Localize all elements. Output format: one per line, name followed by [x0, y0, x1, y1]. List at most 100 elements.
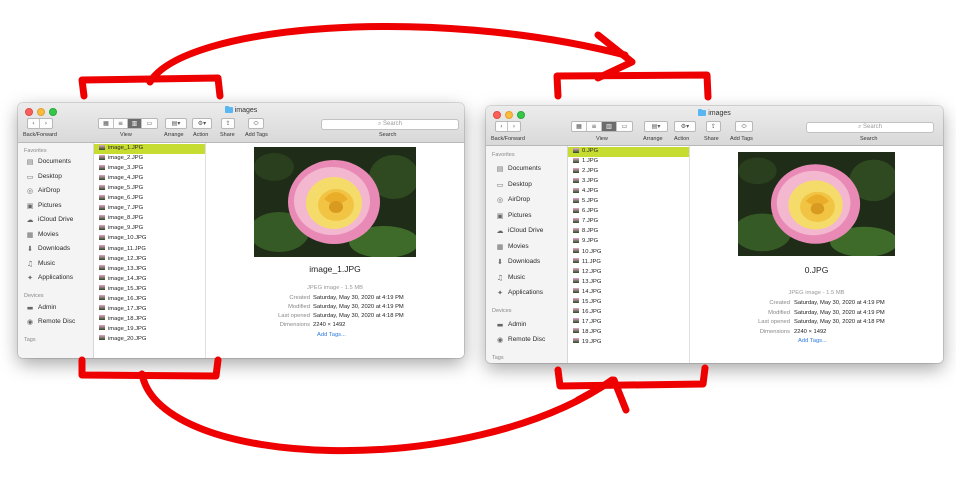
file-name: image_13.JPG [108, 265, 147, 272]
last-opened-label: Last opened [758, 319, 790, 325]
sidebar-item-movies[interactable]: ▦ Movies [496, 243, 529, 251]
sidebar-item-downloads[interactable]: ⬇ Downloads [496, 258, 540, 266]
file-name: image_12.JPG [108, 255, 147, 262]
file-row[interactable]: 13.JPG [568, 278, 689, 288]
sidebar-item-desktop[interactable]: ▭ Desktop [26, 173, 62, 181]
file-row[interactable]: image_6.JPG [94, 194, 205, 204]
file-name: image_9.JPG [108, 225, 144, 232]
sidebar-item-documents[interactable]: ▤ Documents [496, 165, 541, 173]
gallery-view-icon[interactable]: ▭ [142, 119, 157, 128]
file-row[interactable]: 7.JPG [568, 217, 689, 227]
file-row[interactable]: image_4.JPG [94, 174, 205, 184]
file-row[interactable]: 4.JPG [568, 187, 689, 197]
share-button[interactable]: ⇪ [706, 121, 721, 132]
sidebar-item-desktop[interactable]: ▭ Desktop [496, 181, 532, 189]
add-tags-button[interactable]: ⬭ [248, 118, 264, 129]
list-view-icon[interactable]: ≡ [114, 119, 128, 128]
file-row[interactable]: 5.JPG [568, 197, 689, 207]
sidebar-item-documents[interactable]: ▤ Documents [26, 158, 71, 166]
file-row[interactable]: image_14.JPG [94, 275, 205, 285]
file-row[interactable]: image_20.JPG [94, 335, 205, 345]
add-tags-link[interactable]: Add Tags... [798, 338, 827, 344]
file-row[interactable]: 11.JPG [568, 258, 689, 268]
file-row[interactable]: image_12.JPG [94, 255, 205, 265]
file-row[interactable]: image_8.JPG [94, 214, 205, 224]
sidebar-item-icloud-drive[interactable]: ☁ iCloud Drive [26, 216, 74, 224]
back-forward-button[interactable]: ‹ › [495, 121, 521, 132]
file-row[interactable]: image_11.JPG [94, 245, 205, 255]
file-row[interactable]: 18.JPG [568, 328, 689, 338]
file-row[interactable]: image_16.JPG [94, 295, 205, 305]
view-segmented-control[interactable]: ▦ ≡ ▥ ▭ [98, 118, 158, 129]
sidebar-item-pictures[interactable]: ▣ Pictures [496, 212, 532, 220]
forward-icon[interactable]: › [40, 119, 52, 128]
sidebar-item-airdrop[interactable]: ◎ AirDrop [496, 196, 530, 204]
back-icon[interactable]: ‹ [496, 122, 508, 131]
file-row[interactable]: 2.JPG [568, 167, 689, 177]
file-row[interactable]: 17.JPG [568, 318, 689, 328]
file-row[interactable]: 9.JPG [568, 237, 689, 247]
back-forward-button[interactable]: ‹ › [27, 118, 53, 129]
sidebar-item-remote-disc[interactable]: ◉ Remote Disc [496, 336, 545, 344]
file-row[interactable]: image_5.JPG [94, 184, 205, 194]
gallery-view-icon[interactable]: ▭ [617, 122, 632, 131]
file-row[interactable]: image_2.JPG [94, 154, 205, 164]
sidebar-item-applications[interactable]: ✦ Applications [496, 289, 543, 297]
search-input[interactable]: ⌕ Search [806, 122, 934, 133]
sidebar-item-airdrop[interactable]: ◎ AirDrop [26, 187, 60, 195]
arrange-button[interactable]: ▤▾ [165, 118, 187, 129]
share-button[interactable]: ⇪ [221, 118, 235, 129]
file-row[interactable]: 1.JPG [568, 157, 689, 167]
action-button[interactable]: ⚙▾ [192, 118, 212, 129]
file-row[interactable]: 10.JPG [568, 248, 689, 258]
image-thumbnail-icon [99, 275, 105, 281]
arrange-button[interactable]: ▤▾ [644, 121, 668, 132]
forward-icon[interactable]: › [508, 122, 520, 131]
file-row[interactable]: 12.JPG [568, 268, 689, 278]
file-row[interactable]: image_9.JPG [94, 224, 205, 234]
sidebar-item-applications[interactable]: ✦ Applications [26, 274, 73, 282]
view-segmented-control[interactable]: ▦ ≡ ▥ ▭ [571, 121, 633, 132]
sidebar-item-music[interactable]: ♫ Music [26, 260, 55, 268]
file-row[interactable]: 6.JPG [568, 207, 689, 217]
file-row[interactable]: 14.JPG [568, 288, 689, 298]
sidebar-item-admin[interactable]: ▬ Admin [26, 304, 57, 312]
file-row[interactable]: image_15.JPG [94, 285, 205, 295]
file-row[interactable]: image_7.JPG [94, 204, 205, 214]
list-view-icon[interactable]: ≡ [587, 122, 602, 131]
image-thumbnail-icon [99, 194, 105, 200]
icloud-icon: ☁ [496, 227, 504, 235]
sidebar-item-pictures[interactable]: ▣ Pictures [26, 202, 62, 210]
file-row[interactable]: image_13.JPG [94, 265, 205, 275]
file-row[interactable]: image_17.JPG [94, 305, 205, 315]
file-row[interactable]: image_1.JPG [94, 144, 205, 154]
column-view-icon[interactable]: ▥ [128, 119, 142, 128]
search-input[interactable]: ⌕ Search [321, 119, 459, 130]
add-tags-link[interactable]: Add Tags... [317, 332, 346, 338]
action-button[interactable]: ⚙▾ [674, 121, 696, 132]
add-tags-button[interactable]: ⬭ [735, 121, 753, 132]
sidebar-item-movies[interactable]: ▦ Movies [26, 231, 59, 239]
file-row[interactable]: 8.JPG [568, 227, 689, 237]
file-row[interactable]: image_19.JPG [94, 325, 205, 335]
file-row[interactable]: image_18.JPG [94, 315, 205, 325]
file-row[interactable]: image_3.JPG [94, 164, 205, 174]
column-view-icon[interactable]: ▥ [602, 122, 617, 131]
file-row[interactable]: 0.JPG [568, 147, 689, 157]
back-icon[interactable]: ‹ [28, 119, 40, 128]
file-name: 3.JPG [582, 178, 599, 185]
file-row[interactable]: 3.JPG [568, 177, 689, 187]
sidebar-item-music[interactable]: ♫ Music [496, 274, 525, 282]
sidebar-item-icloud-drive[interactable]: ☁ iCloud Drive [496, 227, 544, 235]
sidebar-item-downloads[interactable]: ⬇ Downloads [26, 245, 70, 253]
file-row[interactable]: 16.JPG [568, 308, 689, 318]
icon-view-icon[interactable]: ▦ [572, 122, 587, 131]
sidebar-item-remote-disc[interactable]: ◉ Remote Disc [26, 318, 75, 326]
file-row[interactable]: 15.JPG [568, 298, 689, 308]
file-row[interactable]: image_10.JPG [94, 234, 205, 244]
file-row[interactable]: 19.JPG [568, 338, 689, 348]
icon-view-icon[interactable]: ▦ [99, 119, 114, 128]
image-thumbnail-icon [99, 204, 105, 210]
sidebar-item-admin[interactable]: ▬ Admin [496, 321, 527, 329]
file-name: 0.JPG [582, 148, 599, 154]
